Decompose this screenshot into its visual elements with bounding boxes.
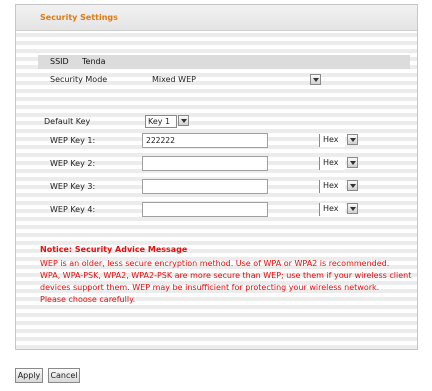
panel-header: Security Settings: [16, 5, 417, 31]
cancel-button[interactable]: Cancel: [48, 368, 80, 383]
security-mode-label: Security Mode: [50, 75, 108, 84]
warning-line-3: devices support them. WEP may be insuffi…: [40, 283, 380, 292]
wep-key-4-format[interactable]: Hex: [319, 203, 345, 216]
default-key-label: Default Key: [44, 117, 91, 126]
wep-key-3-format[interactable]: Hex: [319, 180, 345, 193]
wep-key-4-input[interactable]: [142, 202, 268, 217]
warning-line-1: WEP is an older, less secure encryption …: [40, 259, 390, 268]
default-key-select[interactable]: Key 1: [145, 115, 177, 128]
security-mode-value[interactable]: Mixed WEP: [152, 75, 196, 84]
wep-key-4-label: WEP Key 4:: [50, 205, 96, 214]
page-title: Security Settings: [40, 13, 118, 22]
warning-line-2: WPA, WPA-PSK, WPA2, WPA2-PSK are more se…: [40, 271, 412, 280]
ssid-row: SSID Tenda: [38, 55, 410, 69]
apply-button[interactable]: Apply: [15, 368, 43, 383]
wep-key-2-dropdown-icon[interactable]: [347, 157, 358, 168]
wep-key-1-label: WEP Key 1:: [50, 136, 96, 145]
wep-key-3-label: WEP Key 3:: [50, 182, 96, 191]
wep-key-1-input[interactable]: 222222: [142, 133, 268, 148]
default-key-dropdown-icon[interactable]: [178, 115, 189, 126]
settings-panel: Security Settings SSID Tenda Security Mo…: [15, 4, 418, 350]
wep-key-3-dropdown-icon[interactable]: [347, 180, 358, 191]
wep-key-2-label: WEP Key 2:: [50, 159, 96, 168]
wep-key-3-input[interactable]: [142, 179, 268, 194]
wep-key-2-format[interactable]: Hex: [319, 157, 345, 170]
security-mode-dropdown-icon[interactable]: [310, 74, 321, 85]
wep-key-2-input[interactable]: [142, 156, 268, 171]
ssid-label: SSID: [50, 57, 69, 66]
wep-key-1-format[interactable]: Hex: [319, 134, 345, 147]
wep-key-4-dropdown-icon[interactable]: [347, 203, 358, 214]
warning-line-4: Please choose carefully.: [40, 295, 136, 304]
wep-key-1-dropdown-icon[interactable]: [347, 134, 358, 145]
warning-title: Notice: Security Advice Message: [40, 245, 188, 254]
ssid-value: Tenda: [82, 57, 106, 66]
